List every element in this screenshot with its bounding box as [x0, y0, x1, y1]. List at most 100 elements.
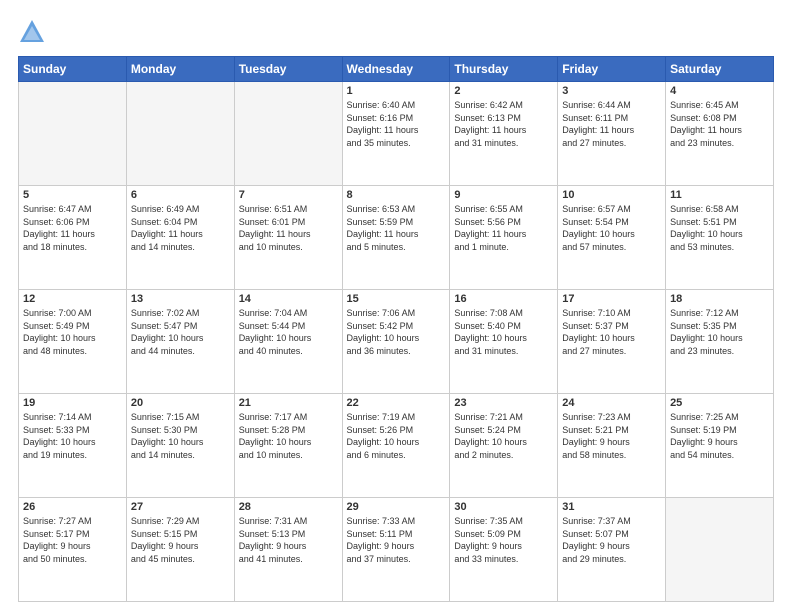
day-number: 9: [454, 189, 553, 201]
day-number: 24: [562, 397, 661, 409]
calendar-cell: 12 Sunrise: 7:00 AM Sunset: 5:49 PM Dayli…: [19, 290, 127, 394]
day-number: 29: [347, 501, 446, 513]
calendar-week-row-4: 19 Sunrise: 7:14 AM Sunset: 5:33 PM Dayli…: [19, 394, 774, 498]
day-number: 14: [239, 293, 338, 305]
day-info: Sunrise: 7:17 AM Sunset: 5:28 PM Dayligh…: [239, 411, 338, 461]
day-number: 25: [670, 397, 769, 409]
calendar-cell: 21 Sunrise: 7:17 AM Sunset: 5:28 PM Dayli…: [234, 394, 342, 498]
day-info: Sunrise: 7:29 AM Sunset: 5:15 PM Dayligh…: [131, 515, 230, 565]
day-number: 13: [131, 293, 230, 305]
weekday-header-friday: Friday: [558, 57, 666, 82]
day-info: Sunrise: 6:53 AM Sunset: 5:59 PM Dayligh…: [347, 203, 446, 253]
day-info: Sunrise: 7:37 AM Sunset: 5:07 PM Dayligh…: [562, 515, 661, 565]
day-info: Sunrise: 7:25 AM Sunset: 5:19 PM Dayligh…: [670, 411, 769, 461]
calendar-cell: 3Sunrise: 6:44 AM Sunset: 6:11 PM Daylig…: [558, 82, 666, 186]
day-number: 28: [239, 501, 338, 513]
calendar-cell: [126, 82, 234, 186]
calendar-cell: 30 Sunrise: 7:35 AM Sunset: 5:09 PM Dayli…: [450, 498, 558, 602]
day-info: Sunrise: 7:27 AM Sunset: 5:17 PM Dayligh…: [23, 515, 122, 565]
day-number: 5: [23, 189, 122, 201]
calendar-cell: 13 Sunrise: 7:02 AM Sunset: 5:47 PM Dayli…: [126, 290, 234, 394]
calendar-cell: [234, 82, 342, 186]
calendar-cell: 18 Sunrise: 7:12 AM Sunset: 5:35 PM Dayli…: [666, 290, 774, 394]
calendar-cell: 8 Sunrise: 6:53 AM Sunset: 5:59 PM Daylig…: [342, 186, 450, 290]
calendar-cell: 29 Sunrise: 7:33 AM Sunset: 5:11 PM Dayli…: [342, 498, 450, 602]
day-number: 8: [347, 189, 446, 201]
day-number: 17: [562, 293, 661, 305]
calendar-cell: 1 Sunrise: 6:40 AM Sunset: 6:16 PM Daylig…: [342, 82, 450, 186]
calendar-cell: 24Sunrise: 7:23 AM Sunset: 5:21 PM Dayli…: [558, 394, 666, 498]
logo: [18, 18, 50, 46]
day-number: 4: [670, 85, 769, 97]
day-info: Sunrise: 7:02 AM Sunset: 5:47 PM Dayligh…: [131, 307, 230, 357]
day-info: Sunrise: 6:42 AM Sunset: 6:13 PM Dayligh…: [454, 99, 553, 149]
day-info: Sunrise: 7:33 AM Sunset: 5:11 PM Dayligh…: [347, 515, 446, 565]
calendar-cell: [19, 82, 127, 186]
calendar-cell: 16 Sunrise: 7:08 AM Sunset: 5:40 PM Dayli…: [450, 290, 558, 394]
day-info: Sunrise: 7:04 AM Sunset: 5:44 PM Dayligh…: [239, 307, 338, 357]
day-info: Sunrise: 7:21 AM Sunset: 5:24 PM Dayligh…: [454, 411, 553, 461]
weekday-header-sunday: Sunday: [19, 57, 127, 82]
day-info: Sunrise: 6:57 AM Sunset: 5:54 PM Dayligh…: [562, 203, 661, 253]
day-number: 23: [454, 397, 553, 409]
weekday-header-row: SundayMondayTuesdayWednesdayThursdayFrid…: [19, 57, 774, 82]
day-number: 19: [23, 397, 122, 409]
day-number: 30: [454, 501, 553, 513]
calendar-cell: 2 Sunrise: 6:42 AM Sunset: 6:13 PM Daylig…: [450, 82, 558, 186]
calendar-cell: 11 Sunrise: 6:58 AM Sunset: 5:51 PM Dayli…: [666, 186, 774, 290]
weekday-header-saturday: Saturday: [666, 57, 774, 82]
calendar-cell: 25 Sunrise: 7:25 AM Sunset: 5:19 PM Dayli…: [666, 394, 774, 498]
calendar-cell: 15 Sunrise: 7:06 AM Sunset: 5:42 PM Dayli…: [342, 290, 450, 394]
calendar-cell: 20 Sunrise: 7:15 AM Sunset: 5:30 PM Dayli…: [126, 394, 234, 498]
calendar-cell: 17 Sunrise: 7:10 AM Sunset: 5:37 PM Dayli…: [558, 290, 666, 394]
day-number: 21: [239, 397, 338, 409]
calendar-week-row-3: 12 Sunrise: 7:00 AM Sunset: 5:49 PM Dayli…: [19, 290, 774, 394]
day-info: Sunrise: 7:06 AM Sunset: 5:42 PM Dayligh…: [347, 307, 446, 357]
day-number: 6: [131, 189, 230, 201]
day-number: 11: [670, 189, 769, 201]
day-number: 20: [131, 397, 230, 409]
calendar-cell: 7Sunrise: 6:51 AM Sunset: 6:01 PM Daylig…: [234, 186, 342, 290]
day-number: 18: [670, 293, 769, 305]
day-number: 2: [454, 85, 553, 97]
calendar-week-row-5: 26 Sunrise: 7:27 AM Sunset: 5:17 PM Dayli…: [19, 498, 774, 602]
day-info: Sunrise: 7:12 AM Sunset: 5:35 PM Dayligh…: [670, 307, 769, 357]
day-info: Sunrise: 6:55 AM Sunset: 5:56 PM Dayligh…: [454, 203, 553, 253]
calendar-cell: [666, 498, 774, 602]
calendar-cell: 19 Sunrise: 7:14 AM Sunset: 5:33 PM Dayli…: [19, 394, 127, 498]
day-info: Sunrise: 7:14 AM Sunset: 5:33 PM Dayligh…: [23, 411, 122, 461]
day-info: Sunrise: 6:40 AM Sunset: 6:16 PM Dayligh…: [347, 99, 446, 149]
day-number: 16: [454, 293, 553, 305]
day-number: 22: [347, 397, 446, 409]
day-info: Sunrise: 6:47 AM Sunset: 6:06 PM Dayligh…: [23, 203, 122, 253]
weekday-header-wednesday: Wednesday: [342, 57, 450, 82]
day-number: 31: [562, 501, 661, 513]
calendar-cell: 14 Sunrise: 7:04 AM Sunset: 5:44 PM Dayli…: [234, 290, 342, 394]
day-info: Sunrise: 6:44 AM Sunset: 6:11 PM Dayligh…: [562, 99, 661, 149]
calendar-cell: 27Sunrise: 7:29 AM Sunset: 5:15 PM Dayli…: [126, 498, 234, 602]
calendar-week-row-1: 1 Sunrise: 6:40 AM Sunset: 6:16 PM Daylig…: [19, 82, 774, 186]
day-info: Sunrise: 7:08 AM Sunset: 5:40 PM Dayligh…: [454, 307, 553, 357]
day-info: Sunrise: 7:00 AM Sunset: 5:49 PM Dayligh…: [23, 307, 122, 357]
calendar-cell: 4Sunrise: 6:45 AM Sunset: 6:08 PM Daylig…: [666, 82, 774, 186]
day-info: Sunrise: 6:51 AM Sunset: 6:01 PM Dayligh…: [239, 203, 338, 253]
calendar-cell: 26 Sunrise: 7:27 AM Sunset: 5:17 PM Dayli…: [19, 498, 127, 602]
logo-icon: [18, 18, 46, 46]
weekday-header-thursday: Thursday: [450, 57, 558, 82]
day-info: Sunrise: 7:10 AM Sunset: 5:37 PM Dayligh…: [562, 307, 661, 357]
calendar-week-row-2: 5 Sunrise: 6:47 AM Sunset: 6:06 PM Daylig…: [19, 186, 774, 290]
day-number: 12: [23, 293, 122, 305]
day-number: 26: [23, 501, 122, 513]
calendar-cell: 22Sunrise: 7:19 AM Sunset: 5:26 PM Dayli…: [342, 394, 450, 498]
day-info: Sunrise: 7:35 AM Sunset: 5:09 PM Dayligh…: [454, 515, 553, 565]
day-info: Sunrise: 7:15 AM Sunset: 5:30 PM Dayligh…: [131, 411, 230, 461]
calendar-table: SundayMondayTuesdayWednesdayThursdayFrid…: [18, 56, 774, 602]
day-info: Sunrise: 6:49 AM Sunset: 6:04 PM Dayligh…: [131, 203, 230, 253]
calendar-cell: 23 Sunrise: 7:21 AM Sunset: 5:24 PM Dayli…: [450, 394, 558, 498]
day-number: 1: [347, 85, 446, 97]
calendar-cell: 5 Sunrise: 6:47 AM Sunset: 6:06 PM Daylig…: [19, 186, 127, 290]
day-number: 15: [347, 293, 446, 305]
weekday-header-monday: Monday: [126, 57, 234, 82]
header: [18, 18, 774, 46]
day-info: Sunrise: 6:58 AM Sunset: 5:51 PM Dayligh…: [670, 203, 769, 253]
